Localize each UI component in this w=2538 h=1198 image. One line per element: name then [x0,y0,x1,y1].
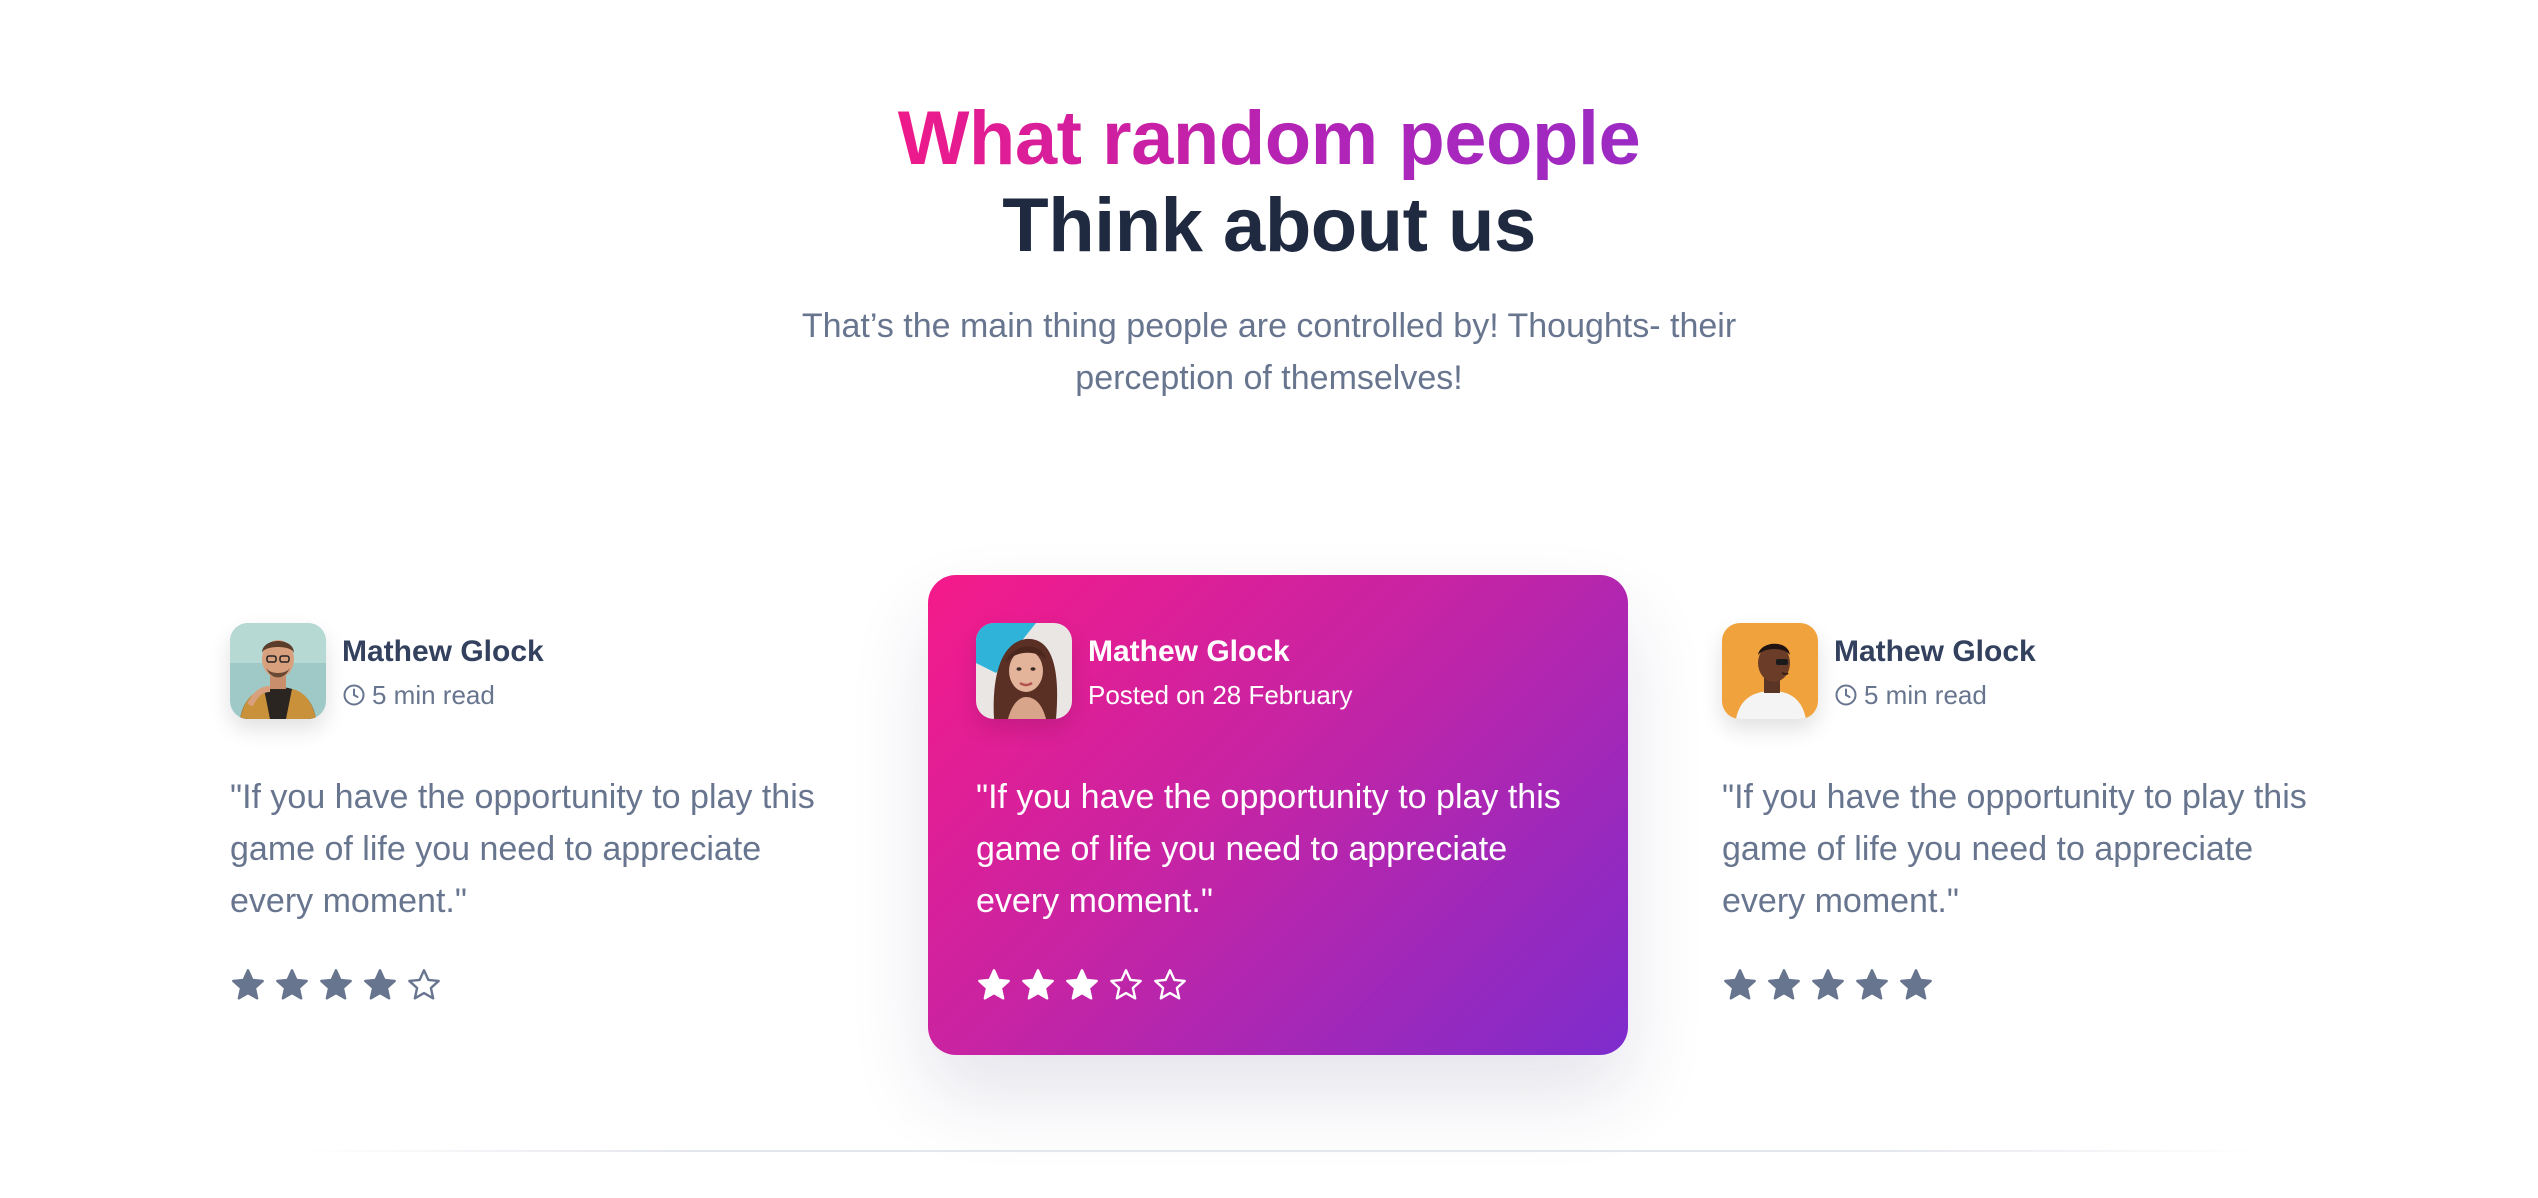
star-empty-icon [1110,969,1142,1000]
testimonial-card-featured: Mathew Glock Posted on 28 February "If y… [928,575,1628,1055]
read-time: 5 min read [1864,679,1987,710]
star-filled-icon [232,969,264,1000]
clock-icon [1834,683,1858,707]
star-rating [230,967,834,1003]
star-filled-icon [1066,969,1098,1000]
testimonials-section: What random people Think about us That’s… [0,0,2538,1198]
star-empty-icon [1154,969,1186,1000]
star-filled-icon [276,969,308,1000]
testimonial-card: Mathew Glock 5 min read "If you have the… [1674,575,2374,1055]
post-date: Posted on 28 February [1088,679,1353,710]
avatar [976,623,1072,719]
clock-icon [342,683,366,707]
read-time: 5 min read [372,679,495,710]
avatar [1722,623,1818,719]
avatar [230,623,326,719]
star-filled-icon [364,969,396,1000]
section-title-highlight: What random people [897,96,1641,181]
author-meta: Posted on 28 February [1088,680,1353,711]
testimonial-author: Mathew Glock 5 min read [230,623,834,719]
testimonial-quote: "If you have the opportunity to play thi… [230,778,815,920]
star-filled-icon [1812,969,1844,1000]
testimonial-quote: "If you have the opportunity to play thi… [976,778,1561,920]
star-rating [976,967,1580,1003]
star-rating [1722,967,2326,1003]
testimonial-card: Mathew Glock 5 min read "If you have the… [182,575,882,1055]
section-header: What random people Think about us That’s… [0,95,2538,404]
author-name: Mathew Glock [1834,634,2036,668]
star-filled-icon [1900,969,1932,1000]
section-title: Think about us [1002,183,1536,269]
star-filled-icon [1768,969,1800,1000]
testimonial-quote: "If you have the opportunity to play thi… [1722,778,2307,920]
author-meta: 5 min read [342,680,544,711]
star-filled-icon [320,969,352,1000]
author-name: Mathew Glock [1088,634,1290,668]
author-meta: 5 min read [1834,680,2036,711]
author-name: Mathew Glock [342,634,544,668]
star-filled-icon [1022,969,1054,1000]
star-filled-icon [978,969,1010,1000]
testimonial-author: Mathew Glock Posted on 28 February [976,623,1580,719]
testimonial-author: Mathew Glock 5 min read [1722,623,2326,719]
star-filled-icon [1724,969,1756,1000]
section-divider [300,1150,2260,1152]
section-subtitle: That’s the main thing people are control… [801,306,1737,397]
star-filled-icon [1856,969,1888,1000]
star-empty-icon [408,969,440,1000]
